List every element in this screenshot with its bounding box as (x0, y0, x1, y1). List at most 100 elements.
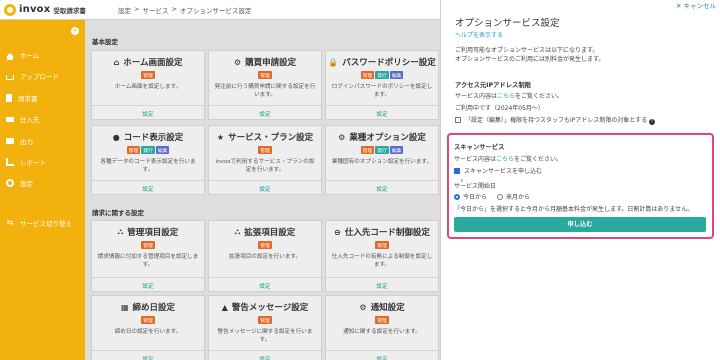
card-description: ログインパスワードのポリシーを設定します。 (331, 84, 433, 99)
permission-badges: 管理 (92, 316, 204, 324)
permission-badges: 管理 (209, 241, 321, 249)
warning-icon: ▲ (221, 302, 228, 312)
card-settings-link[interactable]: 設定 (209, 350, 321, 360)
badge-admin: 管理 (141, 316, 155, 324)
radio-today[interactable]: 今日から (454, 194, 487, 201)
card-title-text: 仕入先コード制御設定 (344, 228, 430, 238)
intro-text-2: オプションサービスのご利用には別料金が発生します。 (455, 56, 605, 63)
card-title-text: サービス・プラン設定 (228, 133, 314, 143)
radio-label: 今日から (463, 194, 488, 201)
settings-card[interactable]: 🔒 パスワードポリシー設定管理 発行 編集ログインパスワードのポリシーを設定します。設… (325, 50, 439, 120)
card-settings-link[interactable]: 設定 (326, 350, 438, 360)
settings-card[interactable]: ● コード表示設定 管理 発行 編集 各種データのコード表示設定を行います。 設定 (91, 125, 205, 195)
settings-card[interactable]: ⌂ ホーム画面設定 管理 ホーム画面を設定します。 設定 (91, 50, 205, 120)
settings-card[interactable]: ⛬ 管理項目設定 管理 請求情報に付加する管理項目を設定します。 設定 (91, 220, 205, 292)
lock-icon: 🔒 (328, 57, 339, 67)
card-title: ⚙ 業種オプション設定 (326, 131, 438, 144)
sidebar-item-invoices[interactable]: 請求書 (6, 93, 38, 103)
card-settings-link[interactable]: 設定 (326, 180, 438, 193)
chevron-right-icon[interactable]: › (460, 176, 464, 186)
sidebar-item-label: 請求書 (18, 95, 38, 103)
settings-card[interactable]: ⚙ 業種オプション設定 管理 発行 編集 業種固有のオプション設定を行います。 設定 (325, 125, 439, 195)
section-title-invoice: 請求に関する設定 (92, 209, 144, 217)
card-settings-link[interactable]: 設定 (209, 277, 321, 290)
breadcrumb-item[interactable]: サービス (142, 5, 168, 15)
ip-detail-link[interactable]: こちら (497, 93, 515, 100)
star-icon: ★ (216, 132, 225, 142)
card-title-text: 業種オプション設定 (349, 133, 426, 143)
sidebar-item-home[interactable]: ホーム (6, 50, 39, 60)
card-title-text: 管理項目設定 (127, 228, 179, 238)
scan-apply-checkbox-row[interactable]: スキャンサービスを申し込む (454, 166, 542, 175)
card-title-text: パスワードポリシー設定 (342, 58, 436, 68)
ip-staff-checkbox[interactable] (455, 117, 461, 123)
card-description: 各種データのコード表示設定を行います。 (100, 159, 196, 174)
sidebar: « ホーム アップロード 請求書 仕入先 出力 レポート 設定 ⇆ サービス切り替… (0, 20, 85, 360)
scan-service-heading: スキャンサービス (454, 144, 505, 151)
sidebar-item-settings[interactable]: 設定 (6, 178, 33, 188)
sidebar-item-reports[interactable]: レポート (6, 157, 46, 167)
settings-card[interactable]: ▦ 締め日設定 管理 締め日の設定を行います。 設定 (91, 295, 205, 360)
badge-edit: 編集 (389, 71, 404, 79)
sidebar-item-upload[interactable]: アップロード (6, 71, 59, 81)
info-icon[interactable]: ? (649, 119, 656, 125)
help-link[interactable]: ヘルプを表示する (455, 30, 503, 39)
card-description: 仕入先コードの有無による制御を設定します。 (331, 254, 433, 269)
card-description: 拡張項目の設定を行います。 (228, 254, 302, 260)
settings-card[interactable]: ▲ 警告メッセージ設定 管理 警告メッセージに関する設定を行います。 設定 (208, 295, 322, 360)
badge-admin: 管理 (141, 241, 155, 249)
logo-mark-icon (4, 3, 16, 16)
permission-badges: 管理 (92, 241, 204, 249)
sidebar-item-label: レポート (20, 159, 46, 167)
gears-icon: ⚙ (338, 132, 346, 142)
card-title-text: 締め日設定 (132, 303, 176, 313)
breadcrumb: 設定 > サービス > オプションサービス設定 (118, 5, 251, 15)
ip-restriction-heading: アクセス元IPアドレス制限 (455, 82, 531, 89)
card-settings-link[interactable]: 設定 (209, 105, 321, 118)
home-icon: ⌂ (113, 57, 120, 67)
badge-issue: 発行 (141, 146, 155, 154)
radio-next-month[interactable]: 来月から (497, 194, 530, 201)
settings-card[interactable]: ⛬ 拡張項目設定 管理 拡張項目の設定を行います。 設定 (208, 220, 322, 292)
settings-card[interactable]: ⚙ 通知設定 管理 通知に関する設定を行います。 設定 (325, 295, 439, 360)
ip-restriction-status: ご利用中です（2024年05月～） (455, 105, 544, 112)
calendar-icon: ▦ (120, 302, 129, 312)
app-logo[interactable]: invox 受取請求書 (0, 3, 92, 16)
start-date-options: 今日から 来月から (454, 192, 530, 201)
card-settings-link[interactable]: 設定 (92, 180, 204, 193)
sidebar-item-suppliers[interactable]: 仕入先 (6, 114, 40, 124)
ip-staff-checkbox-row[interactable]: 「設定（編集）」権限を持つスタッフもIPアドレス制限の対象とする? (455, 115, 656, 125)
card-settings-link[interactable]: 設定 (92, 105, 204, 118)
card-title: ⊖ 仕入先コード制御設定 (326, 226, 438, 239)
sidebar-item-output[interactable]: 出力 (6, 136, 33, 146)
settings-card[interactable]: ★ サービス・プラン設定 管理 invoxで利用するサービス・プランの設定を行います。… (208, 125, 322, 195)
detail-text: サービス内容は (455, 93, 498, 100)
settings-card[interactable]: ⚙ 購買申請設定 管理 発注前に行う購買申請に関する設定を行います。 設定 (208, 50, 322, 120)
breadcrumb-item[interactable]: 設定 (118, 5, 131, 15)
tree-icon: ⛬ (234, 227, 241, 236)
ip-restriction-detail: サービス内容はこちらをご覧ください。 (455, 91, 563, 100)
permission-badges: 管理 発行 編集 (326, 71, 438, 79)
scan-detail-link[interactable]: こちら (496, 156, 514, 163)
card-settings-link[interactable]: 設定 (92, 277, 204, 290)
badge-admin: 管理 (258, 241, 272, 249)
sidebar-item-switch-service[interactable]: ⇆ サービス切り替え (6, 218, 72, 229)
badge-admin: 管理 (360, 71, 375, 79)
scan-apply-checkbox[interactable] (454, 168, 460, 174)
sidebar-item-label: 設定 (20, 180, 33, 188)
card-description: 警告メッセージに関する設定を行います。 (217, 329, 313, 344)
badge-admin: 管理 (141, 71, 155, 79)
cancel-button[interactable]: ✕ キャンセル (676, 0, 716, 10)
settings-card[interactable]: ⊖ 仕入先コード制御設定 管理 仕入先コードの有無による制御を設定します。 設定 (325, 220, 439, 292)
card-settings-link[interactable]: 設定 (92, 350, 204, 360)
sidebar-item-label: ホーム (20, 52, 40, 60)
sidebar-collapse-icon[interactable]: « (71, 27, 79, 35)
radio-label: 来月から (506, 194, 531, 201)
card-title: ▲ 警告メッセージ設定 (209, 301, 321, 314)
radio-button[interactable] (497, 194, 504, 200)
card-settings-link[interactable]: 設定 (326, 277, 438, 290)
radio-button[interactable] (454, 194, 460, 200)
apply-button[interactable]: 申し込む (454, 217, 706, 232)
card-settings-link[interactable]: 設定 (326, 105, 438, 118)
card-settings-link[interactable]: 設定 (209, 180, 321, 193)
